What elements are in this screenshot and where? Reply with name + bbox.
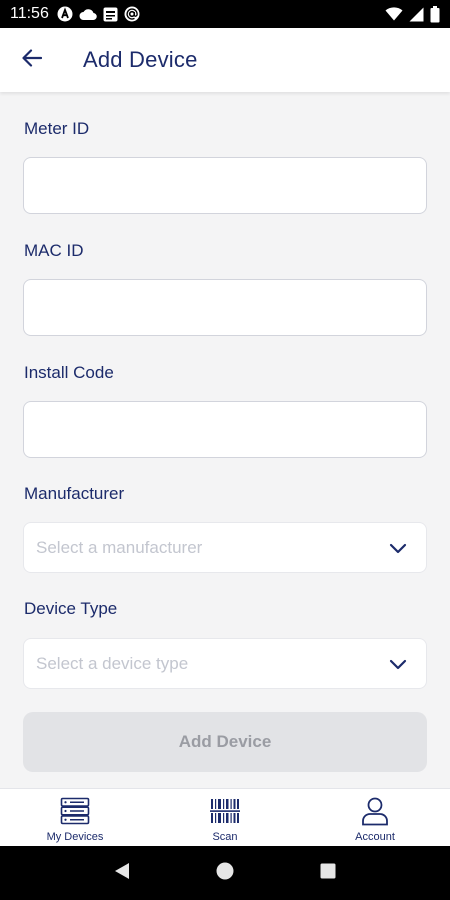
mac-id-input[interactable] <box>23 279 427 336</box>
person-icon <box>359 795 391 827</box>
status-system-icons <box>385 5 440 23</box>
mac-id-label: MAC ID <box>24 241 84 260</box>
system-home-button[interactable] <box>205 853 245 893</box>
system-back-button[interactable] <box>102 853 142 893</box>
device-type-placeholder: Select a device type <box>36 653 189 673</box>
chevron-down-icon <box>388 654 408 674</box>
nav-label-account: Account <box>355 831 395 843</box>
device-type-select[interactable]: Select a device type <box>23 638 427 689</box>
a-circle-icon <box>57 6 73 22</box>
barcode-icon <box>209 795 241 827</box>
system-recents-button[interactable] <box>308 853 348 893</box>
news-icon <box>103 7 118 22</box>
app-bar: Add Device <box>0 28 450 92</box>
signal-icon <box>409 7 424 22</box>
install-code-input[interactable] <box>23 401 427 458</box>
battery-icon <box>430 5 440 23</box>
add-device-form: Meter ID MAC ID Install Code Manufacture… <box>0 92 450 788</box>
bottom-nav: My Devices Scan Account <box>0 788 450 846</box>
manufacturer-placeholder: Select a manufacturer <box>36 537 203 557</box>
manufacturer-label: Manufacturer <box>24 484 125 503</box>
page-title: Add Device <box>83 47 198 72</box>
nav-label-scan: Scan <box>212 831 238 843</box>
cloud-icon <box>79 7 97 21</box>
status-time: 11:56 <box>10 5 49 22</box>
nav-item-my-devices[interactable]: My Devices <box>0 789 150 846</box>
nav-label-my-devices: My Devices <box>46 831 104 843</box>
nav-item-scan[interactable]: Scan <box>150 789 300 846</box>
manufacturer-select[interactable]: Select a manufacturer <box>23 522 427 573</box>
status-bar: 11:56 <box>0 0 450 28</box>
arrow-left-icon <box>22 48 43 72</box>
system-nav-bar <box>0 846 450 900</box>
meter-id-label: Meter ID <box>24 119 90 138</box>
server-icon <box>59 795 91 827</box>
at-sign-icon <box>124 6 140 22</box>
install-code-label: Install Code <box>24 363 114 382</box>
meter-id-input[interactable] <box>23 157 427 214</box>
device-type-label: Device Type <box>24 599 118 618</box>
home-circle-icon <box>216 862 234 885</box>
add-device-button[interactable]: Add Device <box>23 712 427 772</box>
wifi-icon <box>385 7 403 21</box>
chevron-down-icon <box>388 538 408 558</box>
status-notification-icons <box>57 6 140 22</box>
recents-square-icon <box>320 863 336 884</box>
nav-item-account[interactable]: Account <box>300 789 450 846</box>
back-button[interactable] <box>0 28 64 92</box>
back-triangle-icon <box>114 862 130 885</box>
